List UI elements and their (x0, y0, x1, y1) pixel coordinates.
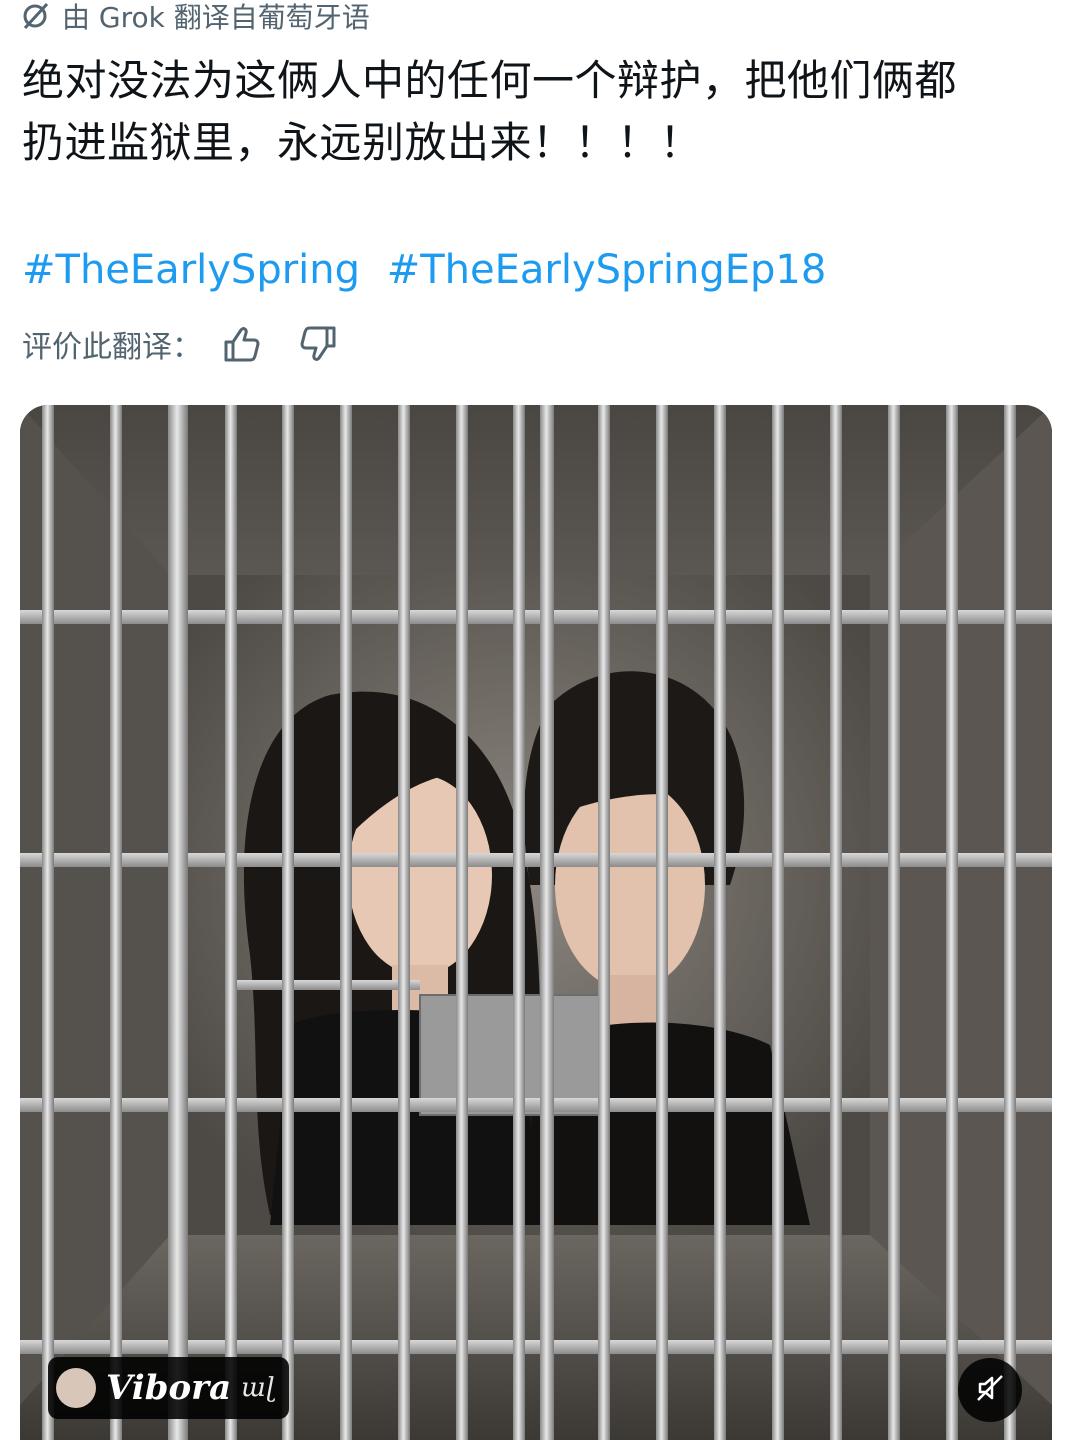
grok-icon (20, 1, 54, 31)
watermark-badge: Vibora ɯɭ (48, 1357, 290, 1419)
rate-translation: 评价此翻译： (22, 318, 340, 370)
avatar (56, 1368, 96, 1408)
watermark-mark: ɯɭ (241, 1373, 276, 1403)
prison-cell-image (20, 405, 1052, 1440)
mute-icon (975, 1373, 1005, 1407)
watermark-name: Vibora (106, 1368, 232, 1408)
mute-button[interactable] (958, 1358, 1022, 1422)
post-text: 绝对没法为这俩人中的任何一个辩护，把他们俩都 扔进监狱里，永远别放出来！！！！ (22, 56, 958, 167)
translation-attribution: 由 Grok 翻译自葡萄牙语 (20, 0, 370, 34)
thumbs-down-icon[interactable] (296, 322, 340, 366)
thumbs-up-icon[interactable] (220, 322, 264, 366)
post-image[interactable] (20, 405, 1052, 1440)
hashtag-link[interactable]: #TheEarlySpring (22, 247, 360, 293)
rate-translation-label: 评价此翻译： (22, 330, 202, 365)
hashtag-list: #TheEarlySpring #TheEarlySpringEp18 (22, 240, 840, 300)
translation-label: 由 Grok 翻译自葡萄牙语 (62, 1, 370, 34)
hashtag-link[interactable]: #TheEarlySpringEp18 (387, 247, 827, 293)
